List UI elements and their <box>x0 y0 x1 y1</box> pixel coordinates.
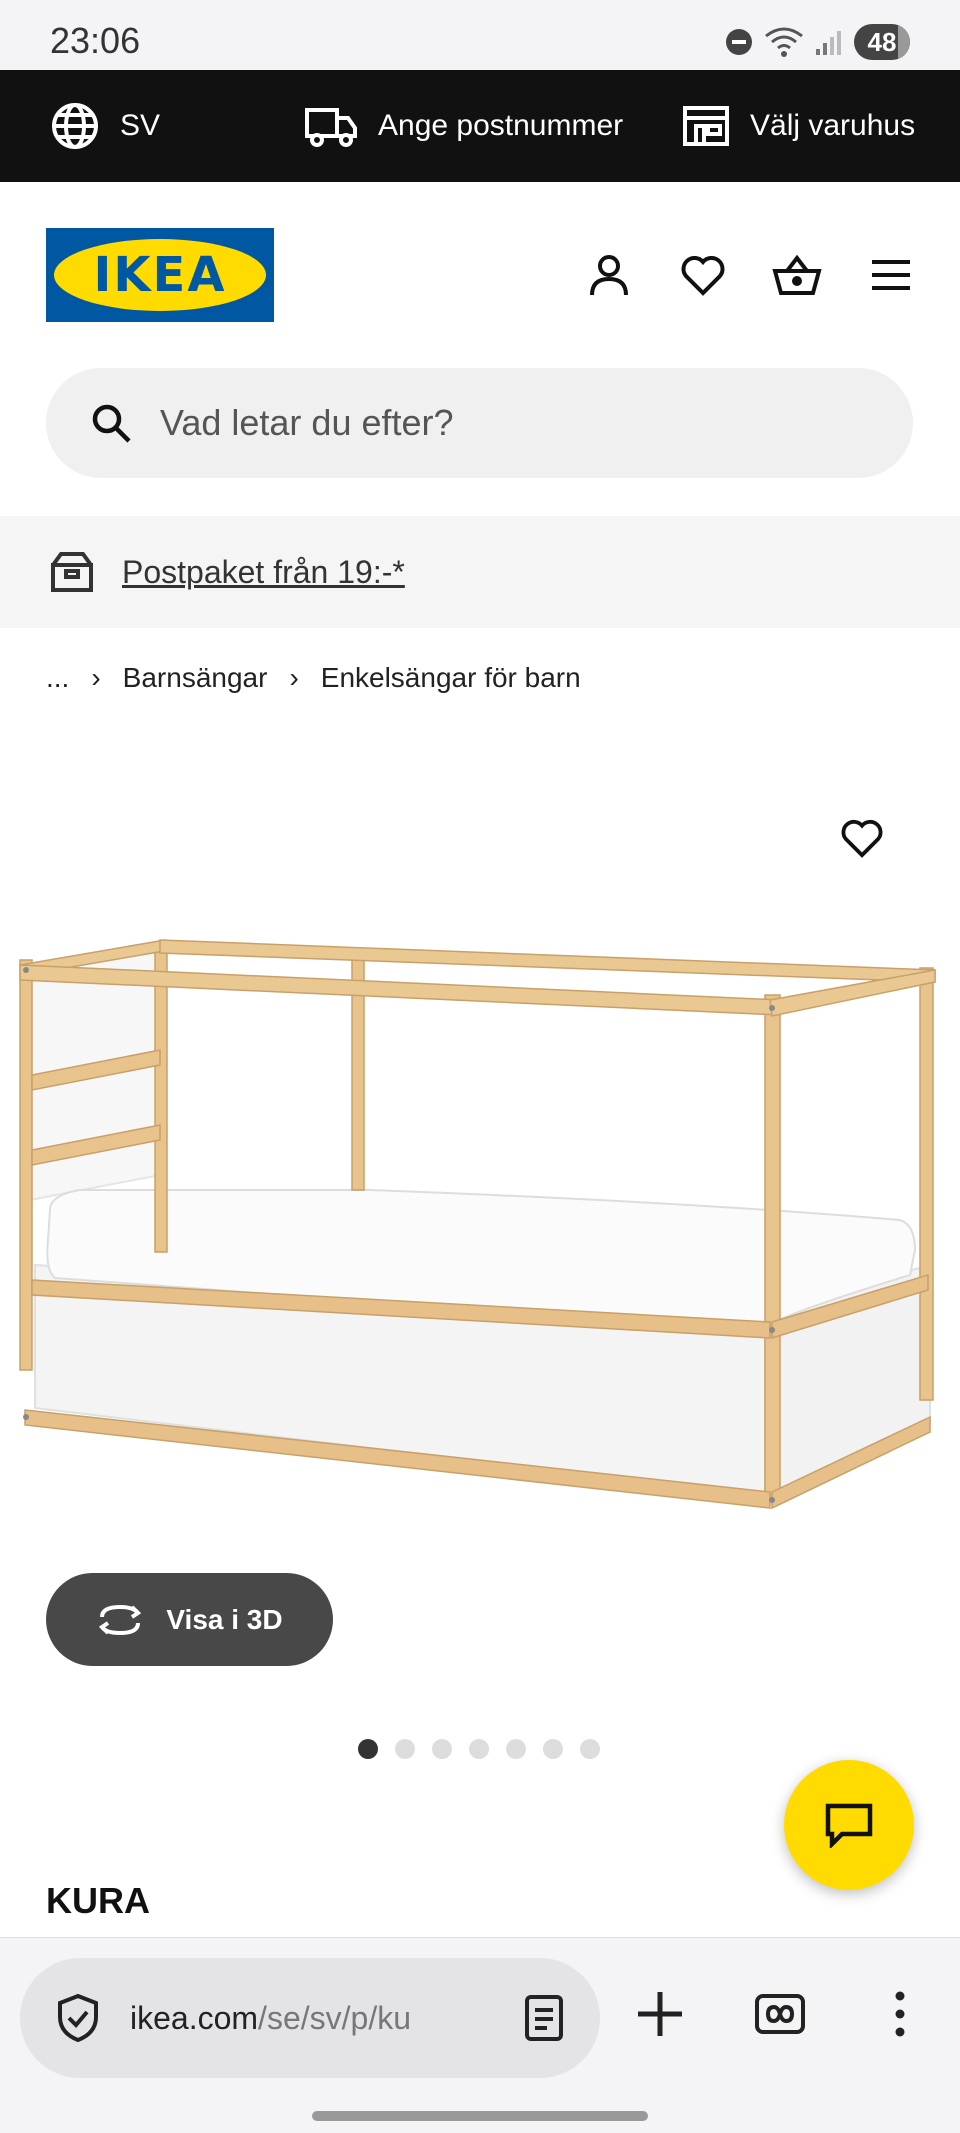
postcode-label: Ange postnummer <box>378 109 624 142</box>
wifi-icon <box>765 27 803 57</box>
basket-icon <box>772 254 822 295</box>
menu-button[interactable] <box>866 250 916 300</box>
hamburger-icon <box>872 260 910 290</box>
carousel-dot[interactable] <box>469 1739 489 1759</box>
postcode-button[interactable]: Ange postnummer <box>304 70 623 182</box>
chevron-right-icon: › <box>289 662 299 693</box>
breadcrumb-ellipsis[interactable]: ... <box>46 662 69 694</box>
more-options-button[interactable] <box>870 1984 930 2044</box>
ikea-logo[interactable]: IKEA <box>46 228 274 322</box>
carousel-dot[interactable] <box>358 1739 378 1759</box>
language-label: SV <box>120 109 161 142</box>
dnd-icon <box>726 29 752 55</box>
view-3d-label: Visa i 3D <box>166 1603 283 1635</box>
home-indicator[interactable] <box>312 2111 648 2121</box>
tabs-button[interactable] <box>750 1984 810 2044</box>
bed-frame <box>18 939 936 1510</box>
header-actions <box>584 250 916 300</box>
reader-mode-icon[interactable] <box>524 1994 564 2042</box>
utility-strip: SV Ange postnummer Välj varuhus <box>0 70 960 182</box>
breadcrumb-item[interactable]: Barnsängar <box>123 662 268 694</box>
promo-banner: Postpaket från 19:-* <box>0 516 960 628</box>
heart-icon <box>681 256 725 296</box>
carousel-dot[interactable] <box>543 1739 563 1759</box>
plus-icon <box>638 1992 682 2036</box>
status-bar: 23:06 48 <box>0 0 960 70</box>
view-3d-button[interactable]: Visa i 3D <box>46 1573 333 1666</box>
carousel-dot[interactable] <box>506 1739 526 1759</box>
browser-toolbar: ikea.com/se/sv/p/ku <box>0 1937 960 2133</box>
logo-oval: IKEA <box>54 239 266 311</box>
user-icon <box>590 255 628 296</box>
site-header: IKEA <box>0 182 960 362</box>
heart-icon <box>841 819 883 858</box>
url-text: ikea.com/se/sv/p/ku <box>130 1999 411 2036</box>
address-bar[interactable]: ikea.com/se/sv/p/ku <box>20 1958 600 2078</box>
breadcrumb-item[interactable]: Enkelsängar för barn <box>321 662 581 694</box>
rotate-3d-icon <box>99 1604 142 1635</box>
product-image[interactable] <box>10 920 950 1540</box>
store-label: Välj varuhus <box>750 109 916 142</box>
logo-text: IKEA <box>93 247 227 303</box>
status-icons: 48 <box>724 22 910 62</box>
battery-indicator: 48 <box>854 24 910 60</box>
store-icon <box>683 106 729 146</box>
product-favorite-button[interactable] <box>840 818 894 872</box>
carousel-dot[interactable] <box>580 1739 600 1759</box>
tabs-icon <box>755 1994 805 2034</box>
status-time: 23:06 <box>50 20 141 61</box>
signal-icon <box>816 31 841 55</box>
store-selector[interactable]: Välj varuhus <box>682 70 915 182</box>
chat-button[interactable] <box>784 1760 914 1890</box>
search-input[interactable]: Vad letar du efter? <box>46 368 913 478</box>
wishlist-button[interactable] <box>678 250 728 300</box>
search-icon <box>92 404 131 443</box>
parcel-icon <box>51 552 93 592</box>
product-title: KURA <box>46 1880 150 1921</box>
image-carousel-dots <box>358 1739 600 1759</box>
truck-icon <box>305 108 357 147</box>
new-tab-button[interactable] <box>630 1984 690 2044</box>
account-button[interactable] <box>584 250 634 300</box>
more-vertical-icon <box>895 1991 905 2037</box>
chevron-right-icon: › <box>91 662 101 693</box>
breadcrumb: ... › Barnsängar › Enkelsängar för barn <box>46 656 581 700</box>
carousel-dot[interactable] <box>395 1739 415 1759</box>
cart-button[interactable] <box>772 250 822 300</box>
promo-link[interactable]: Postpaket från 19:-* <box>122 554 405 591</box>
search-placeholder: Vad letar du efter? <box>160 402 454 443</box>
language-selector[interactable]: SV <box>50 70 160 182</box>
carousel-dot[interactable] <box>432 1739 452 1759</box>
shield-check-icon <box>58 1993 98 2043</box>
globe-icon <box>52 103 98 149</box>
chat-icon <box>825 1803 873 1848</box>
